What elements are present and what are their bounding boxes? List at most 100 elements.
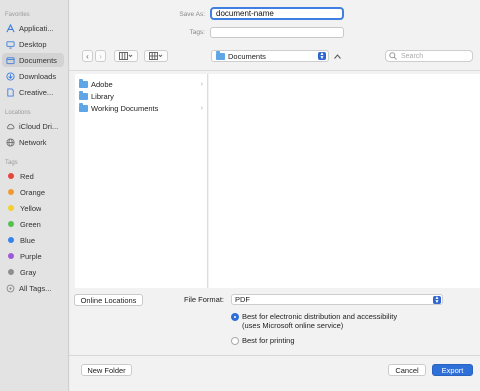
chevron-right-icon: ›	[200, 104, 203, 112]
favorites-heading: Favorites	[5, 12, 30, 18]
save-as-input[interactable]	[210, 7, 344, 20]
chevron-up-icon	[334, 53, 341, 59]
forward-button[interactable]: ›	[95, 50, 106, 62]
applications-icon	[6, 23, 15, 32]
sidebar-tag-green[interactable]: Green	[2, 217, 64, 231]
sidebar-item-network[interactable]: Network	[2, 135, 64, 149]
sidebar-item-label: Applicati...	[19, 23, 54, 33]
forward-icon: ›	[99, 51, 102, 61]
file-name: Adobe	[91, 79, 113, 89]
divider	[69, 355, 480, 356]
columns-view-icon	[119, 52, 133, 60]
file-column: Adobe › Library Working Documents ›	[75, 74, 208, 288]
tag-label: Orange	[20, 187, 46, 197]
sidebar-tag-yellow[interactable]: Yellow	[2, 201, 64, 215]
sidebar-tag-purple[interactable]: Purple	[2, 249, 64, 263]
tags-input[interactable]	[210, 27, 344, 38]
collapse-button[interactable]	[332, 50, 343, 62]
radio-printing[interactable]	[231, 337, 239, 345]
file-format-popup[interactable]: PDF ▲ ▼	[231, 294, 443, 305]
cancel-label: Cancel	[395, 365, 419, 375]
sidebar-item-desktop[interactable]: Desktop	[2, 37, 64, 51]
documents-icon	[6, 56, 15, 64]
tag-label: All Tags...	[19, 283, 52, 293]
sidebar-item-label: iCloud Dri...	[19, 121, 59, 131]
tag-label: Purple	[20, 251, 42, 261]
sidebar-item-label: Downloads	[19, 71, 57, 81]
sidebar-tag-blue[interactable]: Blue	[2, 233, 64, 247]
folder-icon	[79, 90, 88, 100]
save-as-label: Save As:	[179, 11, 205, 18]
back-icon: ‹	[86, 51, 89, 61]
sidebar-item-downloads[interactable]: Downloads	[2, 69, 64, 83]
online-locations-button[interactable]: Online Locations	[74, 294, 143, 306]
sidebar-item-label: Creative...	[19, 87, 54, 97]
downloads-icon	[6, 71, 15, 81]
file-row-working-documents[interactable]: Working Documents ›	[79, 102, 205, 114]
file-format-label: File Format:	[184, 295, 225, 304]
sidebar-tag-gray[interactable]: Gray	[2, 265, 64, 279]
sidebar: Favorites Applicati... Desktop Documents…	[0, 0, 69, 391]
search-placeholder: Search	[401, 52, 424, 60]
online-locations-label: Online Locations	[80, 295, 137, 305]
locations-heading: Locations	[5, 110, 31, 116]
chevron-up-down-icon: ▲ ▼	[433, 295, 441, 305]
blue-tag-dot	[8, 237, 14, 243]
sidebar-item-applications[interactable]: Applicati...	[2, 21, 64, 35]
file-row-adobe[interactable]: Adobe ›	[79, 78, 205, 90]
search-field[interactable]: Search	[385, 50, 473, 62]
sidebar-item-label: Documents	[19, 55, 57, 65]
cancel-button[interactable]: Cancel	[388, 364, 426, 376]
chevron-up-down-icon: ▲ ▼	[318, 51, 326, 61]
tag-label: Gray	[20, 267, 37, 277]
gray-tag-dot	[8, 269, 14, 275]
document-icon	[7, 87, 14, 97]
tag-label: Red	[20, 171, 34, 181]
file-name: Working Documents	[91, 103, 159, 113]
sidebar-item-icloud[interactable]: iCloud Dri...	[2, 119, 64, 133]
back-button[interactable]: ‹	[82, 50, 93, 62]
view-columns-button[interactable]	[114, 50, 138, 62]
search-icon	[389, 52, 397, 60]
new-folder-button[interactable]: New Folder	[81, 364, 132, 376]
export-label: Export	[441, 365, 464, 375]
desktop-icon	[6, 40, 15, 49]
radio-printing-label: Best for printing	[242, 336, 295, 345]
yellow-tag-dot	[8, 205, 14, 211]
tags-label: Tags:	[189, 29, 205, 36]
network-icon	[6, 137, 15, 147]
new-folder-label: New Folder	[87, 365, 126, 375]
sidebar-item-label: Network	[19, 137, 47, 147]
tag-label: Green	[20, 219, 41, 229]
red-tag-dot	[8, 173, 14, 179]
sidebar-all-tags[interactable]: All Tags...	[2, 281, 64, 295]
sidebar-tag-red[interactable]: Red	[2, 169, 64, 183]
all-tags-icon	[6, 284, 15, 292]
location-popup[interactable]: Documents ▲ ▼	[211, 50, 329, 62]
cloud-icon	[6, 123, 15, 129]
tag-label: Blue	[20, 235, 36, 245]
export-button[interactable]: Export	[432, 364, 473, 376]
location-label: Documents	[228, 51, 266, 61]
sidebar-item-creative[interactable]: Creative...	[2, 85, 64, 99]
file-format-value: PDF	[235, 295, 250, 304]
radio-electronic-line2: (uses Microsoft online service)	[242, 321, 344, 330]
tag-label: Yellow	[20, 203, 42, 213]
sidebar-item-label: Desktop	[19, 39, 47, 49]
purple-tag-dot	[8, 253, 14, 259]
sidebar-item-documents[interactable]: Documents	[2, 53, 64, 67]
grid-view-icon	[149, 52, 163, 60]
file-name: Library	[91, 91, 114, 101]
folder-icon	[216, 50, 225, 60]
green-tag-dot	[8, 221, 14, 227]
folder-icon	[79, 102, 88, 112]
chevron-right-icon: ›	[200, 80, 203, 88]
sidebar-tag-orange[interactable]: Orange	[2, 185, 64, 199]
radio-electronic-label: Best for electronic distribution and acc…	[242, 312, 397, 330]
file-row-library[interactable]: Library	[79, 90, 205, 102]
orange-tag-dot	[8, 189, 14, 195]
group-button[interactable]	[144, 50, 168, 62]
tags-heading: Tags	[5, 160, 18, 166]
radio-electronic[interactable]	[231, 313, 239, 321]
preview-column	[209, 74, 480, 288]
